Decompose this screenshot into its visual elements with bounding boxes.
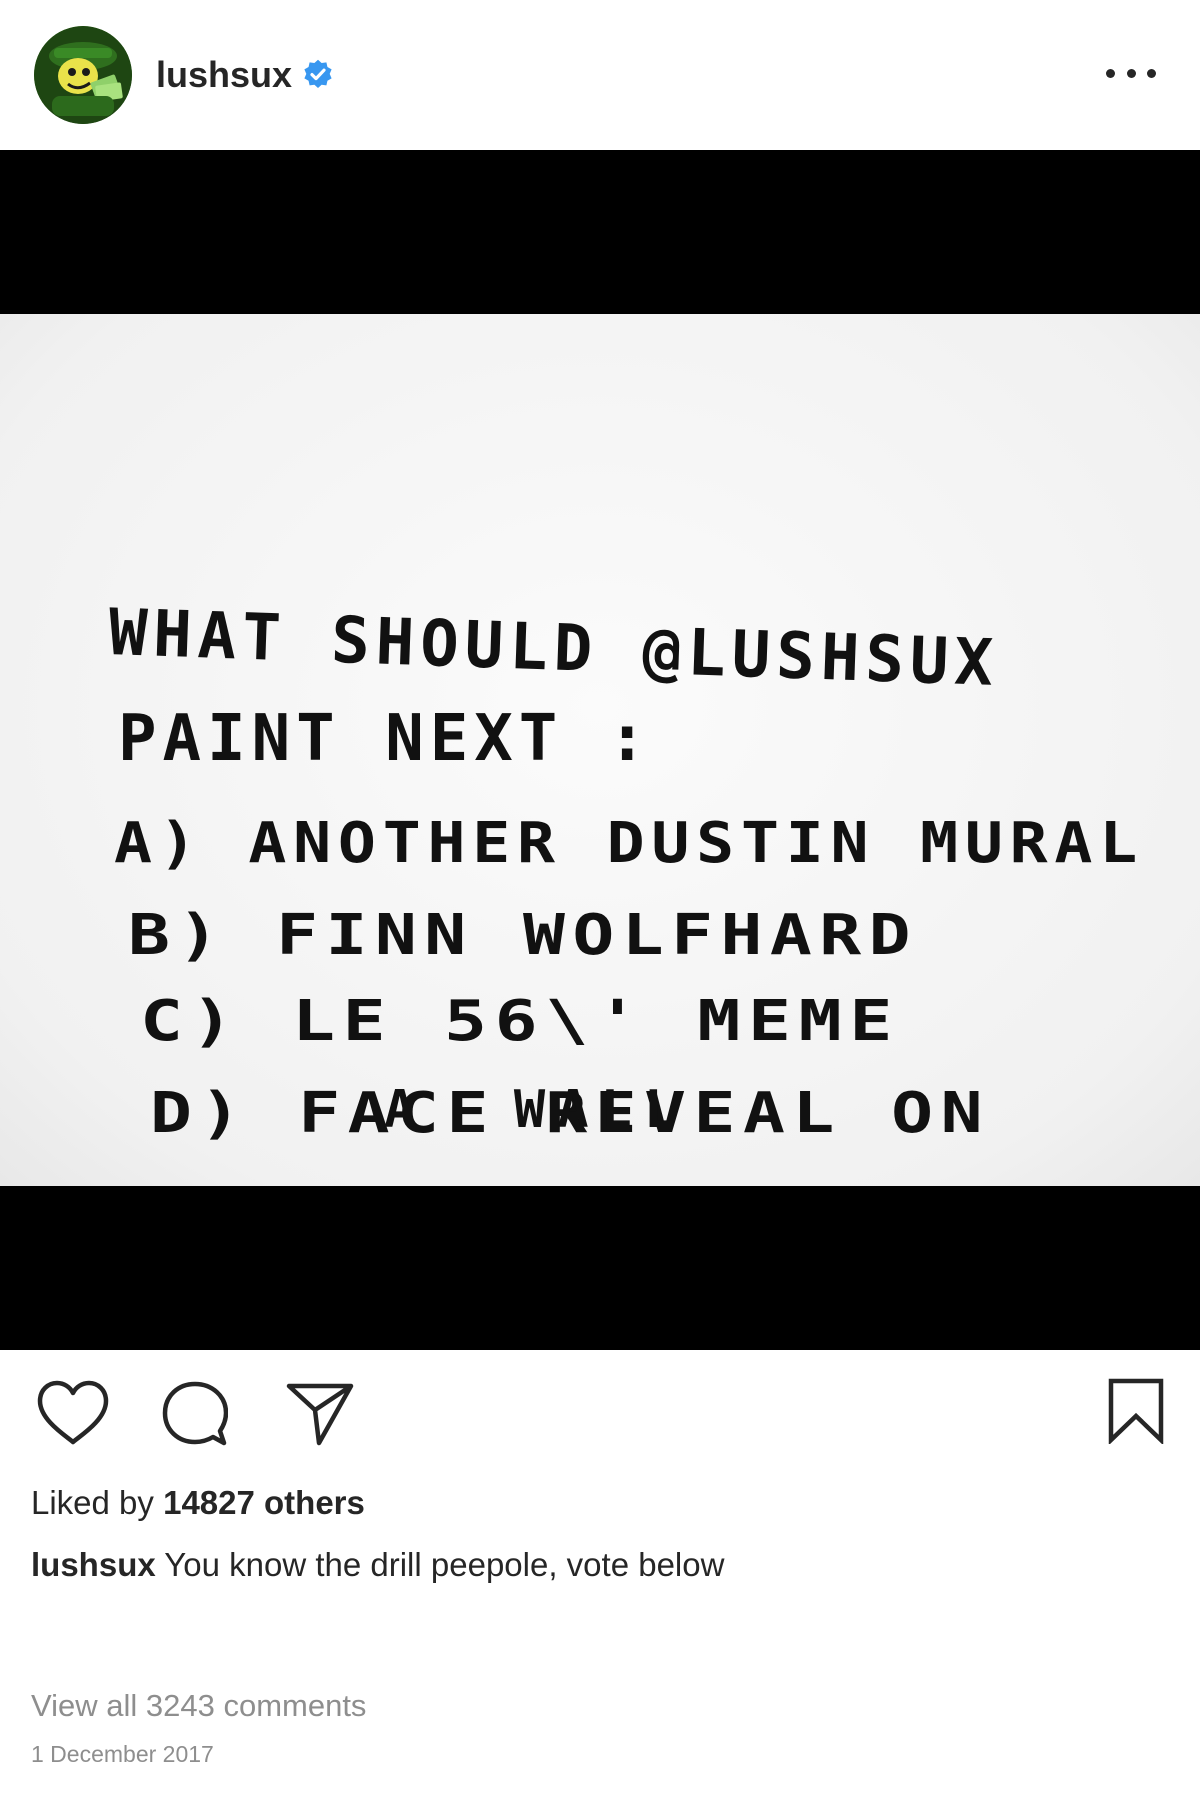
heart-icon xyxy=(37,1380,109,1445)
send-icon xyxy=(286,1383,354,1446)
caption-username[interactable]: lushsux xyxy=(31,1546,156,1583)
verified-badge-icon xyxy=(304,59,332,88)
comment-button[interactable] xyxy=(162,1381,228,1447)
note-line-1: WHAT SHOULD @LUSHSUX xyxy=(107,596,1000,701)
bookmark-icon xyxy=(1108,1378,1164,1444)
likes-prefix: Liked by xyxy=(31,1484,164,1521)
more-dot xyxy=(1147,68,1156,78)
note-line-7: A WALL xyxy=(384,1080,688,1140)
note-line-3: A) ANOTHER DUSTIN MURAL xyxy=(114,811,1144,876)
avatar-image xyxy=(34,26,132,124)
note-line-2: PAINT NEXT : xyxy=(118,702,652,776)
avatar[interactable] xyxy=(34,26,132,124)
share-button[interactable] xyxy=(286,1382,354,1446)
note-line-5: C) LE 56\' MEME xyxy=(140,989,900,1054)
post-header: lushsux xyxy=(0,0,1200,150)
caption-text: You know the drill peepole, vote below xyxy=(155,1546,725,1583)
handwriting: WHAT SHOULD @LUSHSUX PAINT NEXT : A) ANO… xyxy=(107,596,1144,1146)
more-horizontal-icon xyxy=(1106,68,1115,78)
view-comments-link[interactable]: View all 3243 comments xyxy=(31,1688,366,1724)
instagram-post: lushsux WHAT SHOULD @LUSHSUX PAINT NEXT … xyxy=(0,0,1200,1800)
save-button[interactable] xyxy=(1107,1378,1165,1444)
like-button[interactable] xyxy=(36,1380,110,1446)
more-dot xyxy=(1126,68,1136,78)
post-date: 1 December 2017 xyxy=(31,1741,214,1767)
action-bar xyxy=(0,1350,1200,1470)
caption: lushsux You know the drill peepole, vote… xyxy=(31,1546,724,1584)
likes-summary: Liked by 14827 others xyxy=(31,1484,365,1522)
note-line-4: B) FINN WOLFHARD xyxy=(128,903,918,968)
username[interactable]: lushsux xyxy=(156,57,292,93)
handwritten-note-image: WHAT SHOULD @LUSHSUX PAINT NEXT : A) ANO… xyxy=(0,314,1200,1186)
more-options-button[interactable] xyxy=(1106,58,1156,88)
post-media[interactable]: WHAT SHOULD @LUSHSUX PAINT NEXT : A) ANO… xyxy=(0,150,1200,1350)
comment-icon xyxy=(162,1381,228,1446)
likes-count[interactable]: 14827 others xyxy=(163,1484,365,1521)
